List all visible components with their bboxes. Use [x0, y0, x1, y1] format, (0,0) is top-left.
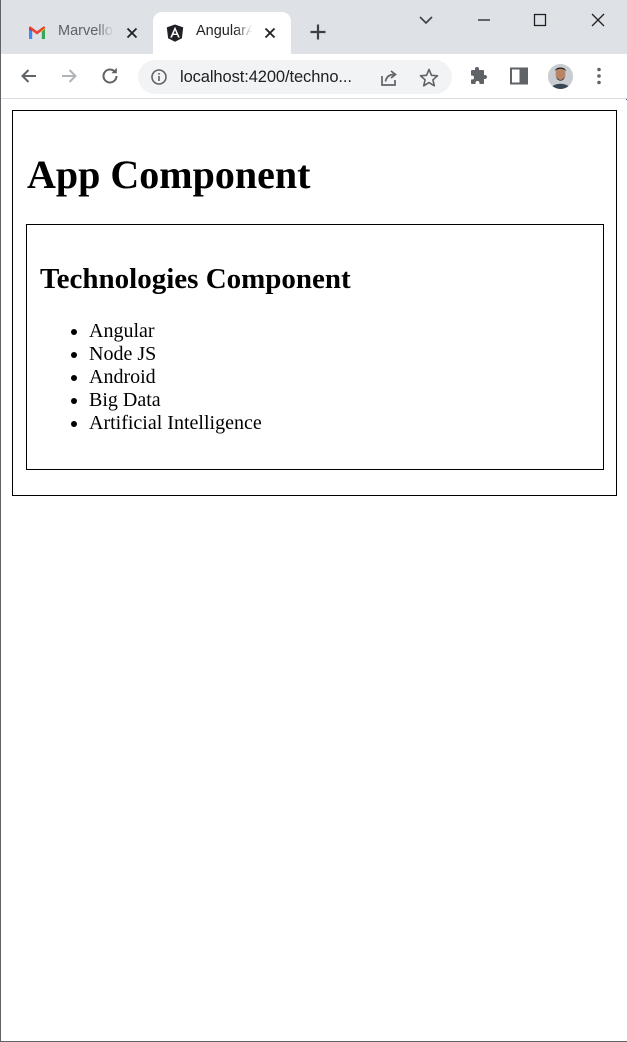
- avatar-image: [548, 64, 573, 89]
- tab-angular[interactable]: AngularApp: [153, 12, 291, 54]
- technologies-title: Technologies Component: [40, 263, 351, 295]
- bookmark-star-icon[interactable]: [418, 67, 440, 89]
- tab-search-chevron-icon[interactable]: [414, 8, 438, 32]
- list-item: Big Data: [89, 389, 262, 412]
- reload-icon[interactable]: [98, 64, 122, 88]
- maximize-icon[interactable]: [528, 8, 552, 32]
- list-item: Node JS: [89, 343, 262, 366]
- new-tab-icon[interactable]: [306, 20, 330, 44]
- tab-strip: Marvellous AngularApp: [1, 0, 627, 54]
- browser-window: Marvellous AngularApp: [0, 0, 627, 1042]
- side-panel-icon[interactable]: [507, 64, 531, 88]
- gmail-icon: [29, 26, 45, 39]
- extensions-icon[interactable]: [467, 64, 491, 88]
- technologies-list: Angular Node JS Android Big Data Artific…: [89, 320, 262, 435]
- url-text[interactable]: localhost:4200/techno...: [180, 68, 352, 87]
- angular-icon: [166, 24, 184, 42]
- tab-title: Marvellous: [58, 23, 114, 39]
- page-content: App Component Technologies Component Ang…: [2, 100, 627, 1041]
- browser-toolbar: localhost:4200/techno...: [1, 54, 627, 99]
- forward-icon[interactable]: [57, 64, 81, 88]
- close-window-icon[interactable]: [586, 8, 610, 32]
- menu-kebab-icon[interactable]: [587, 64, 611, 88]
- share-icon[interactable]: [378, 67, 400, 89]
- list-item: Artificial Intelligence: [89, 412, 262, 435]
- profile-avatar[interactable]: [548, 64, 573, 89]
- back-icon[interactable]: [17, 64, 41, 88]
- site-info-icon[interactable]: [150, 68, 168, 86]
- tab-gmail[interactable]: Marvellous: [15, 12, 151, 54]
- app-title: App Component: [27, 152, 311, 197]
- list-item: Angular: [89, 320, 262, 343]
- list-item: Android: [89, 366, 262, 389]
- minimize-icon[interactable]: [472, 8, 496, 32]
- address-bar[interactable]: localhost:4200/techno...: [138, 60, 452, 94]
- app-component: App Component Technologies Component Ang…: [12, 110, 617, 496]
- close-icon[interactable]: [124, 25, 140, 41]
- close-icon[interactable]: [262, 25, 278, 41]
- technologies-component: Technologies Component Angular Node JS A…: [26, 224, 604, 470]
- tab-title: AngularApp: [196, 23, 252, 39]
